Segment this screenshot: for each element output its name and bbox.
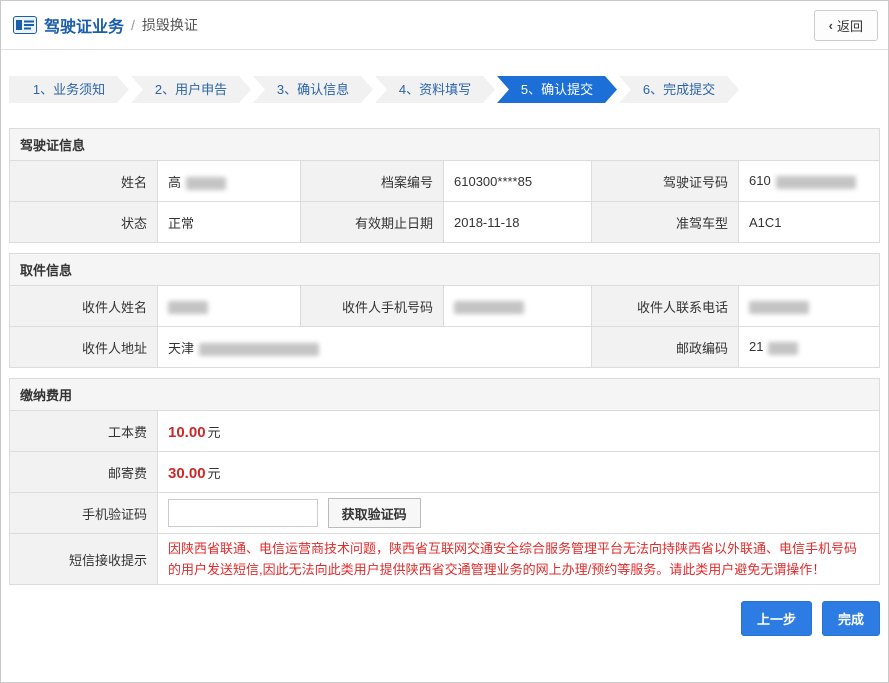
zip-label: 邮政编码	[592, 327, 739, 368]
recipient-name-label: 收件人姓名	[10, 286, 158, 327]
redacted-text	[186, 177, 226, 190]
redacted-text	[768, 342, 798, 355]
pickup-info-table: 收件人姓名 收件人手机号码 收件人联系电话 收件人地址 天津 邮政编码 21	[9, 285, 880, 368]
step-wizard: 1、业务须知 2、用户申告 3、确认信息 4、资料填写 5、确认提交 6、完成提…	[1, 76, 888, 103]
table-row: 状态 正常 有效期止日期 2018-11-18 准驾车型 A1C1	[10, 202, 880, 243]
license-service-icon	[13, 16, 37, 34]
table-row: 手机验证码 获取验证码	[10, 493, 880, 534]
title-separator: /	[131, 17, 135, 33]
chevron-left-icon: ‹	[829, 18, 833, 33]
sms-code-label: 手机验证码	[10, 493, 158, 534]
prev-step-button[interactable]: 上一步	[741, 601, 812, 636]
zip-value: 21	[739, 327, 880, 368]
step-1: 1、业务须知	[9, 76, 129, 103]
postage-fee-value: 30.00元	[158, 452, 880, 493]
finish-button[interactable]: 完成	[822, 601, 880, 636]
vehicle-class-label: 准驾车型	[592, 202, 739, 243]
fees-section: 缴纳费用 工本费 10.00元 邮寄费 30.00元	[9, 378, 880, 585]
step-4: 4、资料填写	[375, 76, 495, 103]
table-row: 姓名 高 档案编号 610300****85 驾驶证号码 610	[10, 161, 880, 202]
address-label: 收件人地址	[10, 327, 158, 368]
sms-code-input[interactable]	[168, 499, 318, 527]
license-info-table: 姓名 高 档案编号 610300****85 驾驶证号码 610 状态 正常 有…	[9, 160, 880, 243]
license-info-title: 驾驶证信息	[9, 128, 880, 160]
table-row: 收件人地址 天津 邮政编码 21	[10, 327, 880, 368]
recipient-phone-label: 收件人联系电话	[592, 286, 739, 327]
back-button-label: 返回	[837, 16, 863, 35]
table-row: 收件人姓名 收件人手机号码 收件人联系电话	[10, 286, 880, 327]
redacted-text	[199, 343, 319, 356]
pickup-info-title: 取件信息	[9, 253, 880, 285]
recipient-name-value	[158, 286, 301, 327]
redacted-text	[168, 301, 208, 314]
footer-actions: 上一步 完成	[1, 595, 888, 636]
sms-tip-cell: 因陕西省联通、电信运营商技术问题，陕西省互联网交通安全综合服务管理平台无法向持陕…	[158, 534, 880, 585]
table-row: 短信接收提示 因陕西省联通、电信运营商技术问题，陕西省互联网交通安全综合服务管理…	[10, 534, 880, 585]
main-content: 驾驶证信息 姓名 高 档案编号 610300****85 驾驶证号码 6	[1, 128, 888, 585]
redacted-text	[749, 301, 809, 314]
back-button[interactable]: ‹ 返回	[814, 10, 878, 41]
license-no-value: 610	[739, 161, 880, 202]
license-no-label: 驾驶证号码	[592, 161, 739, 202]
page: 驾驶证业务 / 损毁换证 ‹ 返回 1、业务须知 2、用户申告 3、确认信息 4…	[0, 0, 889, 683]
table-row: 工本费 10.00元	[10, 411, 880, 452]
file-no-label: 档案编号	[301, 161, 444, 202]
recipient-mobile-value	[444, 286, 592, 327]
redacted-text	[454, 301, 524, 314]
expiry-label: 有效期止日期	[301, 202, 444, 243]
pickup-info-section: 取件信息 收件人姓名 收件人手机号码 收件人联系电话 收件人地址	[9, 253, 880, 368]
fees-title: 缴纳费用	[9, 378, 880, 410]
license-info-section: 驾驶证信息 姓名 高 档案编号 610300****85 驾驶证号码 6	[9, 128, 880, 243]
postage-fee-label: 邮寄费	[10, 452, 158, 493]
get-code-button[interactable]: 获取验证码	[328, 498, 421, 528]
step-3: 3、确认信息	[253, 76, 373, 103]
step-2: 2、用户申告	[131, 76, 251, 103]
recipient-phone-value	[739, 286, 880, 327]
sms-tip-label: 短信接收提示	[10, 534, 158, 585]
cost-fee-value: 10.00元	[158, 411, 880, 452]
sms-code-cell: 获取验证码	[158, 493, 880, 534]
status-label: 状态	[10, 202, 158, 243]
redacted-text	[776, 176, 856, 189]
sms-tip-text: 因陕西省联通、电信运营商技术问题，陕西省互联网交通安全综合服务管理平台无法向持陕…	[168, 538, 869, 580]
status-value: 正常	[158, 202, 301, 243]
recipient-mobile-label: 收件人手机号码	[301, 286, 444, 327]
name-value: 高	[158, 161, 301, 202]
step-5-current: 5、确认提交	[497, 76, 617, 103]
topbar: 驾驶证业务 / 损毁换证 ‹ 返回	[1, 1, 888, 50]
page-title: 驾驶证业务	[44, 13, 124, 37]
file-no-value: 610300****85	[444, 161, 592, 202]
cost-fee-label: 工本费	[10, 411, 158, 452]
name-label: 姓名	[10, 161, 158, 202]
vehicle-class-value: A1C1	[739, 202, 880, 243]
expiry-value: 2018-11-18	[444, 202, 592, 243]
page-subtitle: 损毁换证	[142, 15, 198, 35]
fees-table: 工本费 10.00元 邮寄费 30.00元 手机验证码 获取验证码	[9, 410, 880, 585]
address-value: 天津	[158, 327, 592, 368]
step-6: 6、完成提交	[619, 76, 739, 103]
title-group: 驾驶证业务 / 损毁换证	[13, 13, 198, 37]
table-row: 邮寄费 30.00元	[10, 452, 880, 493]
